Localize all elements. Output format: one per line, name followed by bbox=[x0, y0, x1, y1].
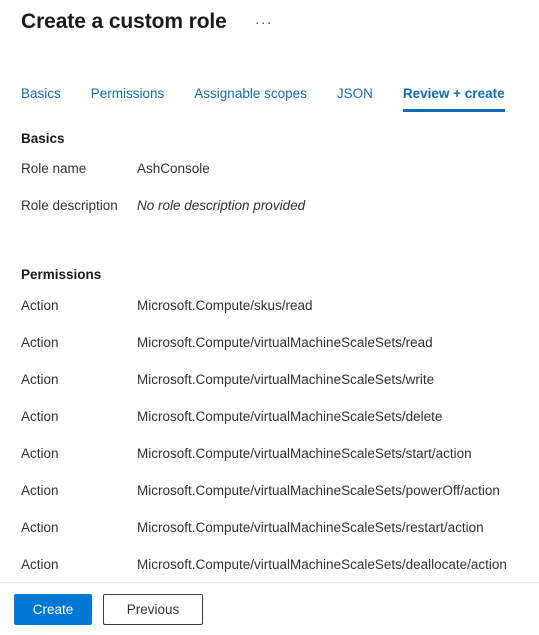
basics-row-role-description: Role description No role description pro… bbox=[21, 198, 539, 235]
permission-row: Action Microsoft.Compute/virtualMachineS… bbox=[21, 446, 539, 483]
permission-value: Microsoft.Compute/virtualMachineScaleSet… bbox=[137, 446, 472, 461]
review-content: Basics Role name AshConsole Role descrip… bbox=[0, 131, 539, 594]
basics-row-role-name: Role name AshConsole bbox=[21, 161, 539, 198]
permission-label: Action bbox=[21, 298, 59, 313]
permission-label: Action bbox=[21, 409, 59, 424]
field-value: AshConsole bbox=[137, 161, 210, 176]
permission-row: Action Microsoft.Compute/virtualMachineS… bbox=[21, 483, 539, 520]
page-header: Create a custom role ··· bbox=[0, 0, 539, 34]
basics-section-heading: Basics bbox=[21, 131, 65, 146]
permission-value: Microsoft.Compute/virtualMachineScaleSet… bbox=[137, 372, 435, 387]
tab-permissions[interactable]: Permissions bbox=[91, 85, 165, 112]
permission-label: Action bbox=[21, 557, 59, 572]
permission-label: Action bbox=[21, 372, 59, 387]
tab-bar: Basics Permissions Assignable scopes JSO… bbox=[0, 82, 539, 112]
permission-label: Action bbox=[21, 446, 59, 461]
permissions-section-heading: Permissions bbox=[21, 267, 102, 282]
permission-value: Microsoft.Compute/virtualMachineScaleSet… bbox=[137, 335, 433, 350]
field-label: Role description bbox=[21, 198, 118, 213]
tab-basics[interactable]: Basics bbox=[21, 85, 61, 112]
tab-assignable-scopes[interactable]: Assignable scopes bbox=[194, 85, 307, 112]
more-options-icon[interactable]: ··· bbox=[249, 14, 279, 32]
permission-row: Action Microsoft.Compute/virtualMachineS… bbox=[21, 372, 539, 409]
permission-row: Action Microsoft.Compute/virtualMachineS… bbox=[21, 335, 539, 372]
permission-label: Action bbox=[21, 335, 59, 350]
tab-json[interactable]: JSON bbox=[337, 85, 373, 112]
permission-row: Action Microsoft.Compute/virtualMachineS… bbox=[21, 409, 539, 446]
permission-row: Action Microsoft.Compute/skus/read bbox=[21, 298, 539, 335]
permission-value: Microsoft.Compute/virtualMachineScaleSet… bbox=[137, 520, 484, 535]
permission-value: Microsoft.Compute/virtualMachineScaleSet… bbox=[137, 557, 507, 572]
permission-label: Action bbox=[21, 483, 59, 498]
permission-value: Microsoft.Compute/virtualMachineScaleSet… bbox=[137, 409, 443, 424]
permission-value: Microsoft.Compute/skus/read bbox=[137, 298, 313, 313]
tab-review-create[interactable]: Review + create bbox=[402, 85, 505, 112]
field-label: Role name bbox=[21, 161, 87, 176]
permission-label: Action bbox=[21, 520, 59, 535]
create-button[interactable]: Create bbox=[14, 593, 92, 625]
previous-button[interactable]: Previous bbox=[103, 593, 203, 625]
permission-row: Action Microsoft.Compute/virtualMachineS… bbox=[21, 520, 539, 557]
footer-action-bar: Create Previous bbox=[0, 582, 539, 635]
page-title: Create a custom role bbox=[21, 10, 227, 33]
permission-value: Microsoft.Compute/virtualMachineScaleSet… bbox=[137, 483, 500, 498]
field-value: No role description provided bbox=[137, 198, 306, 213]
